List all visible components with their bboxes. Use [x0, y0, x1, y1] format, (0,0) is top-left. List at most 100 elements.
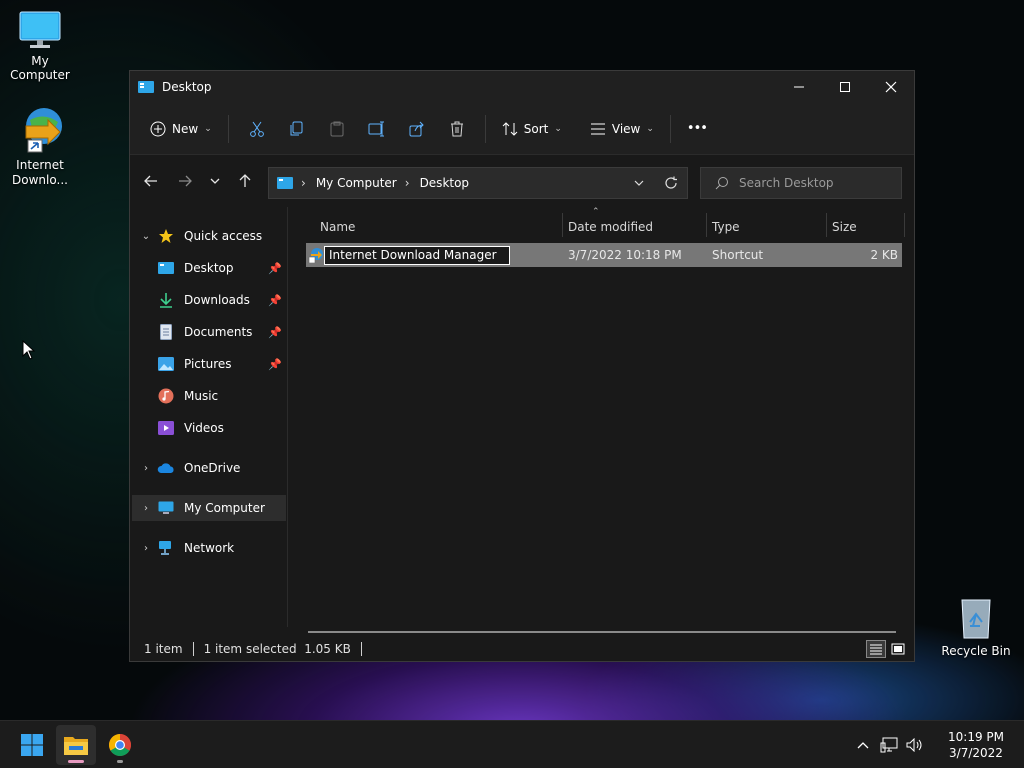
column-divider[interactable] [904, 213, 905, 237]
rename-input[interactable]: Internet Download Manager [324, 246, 510, 265]
arrow-up-icon [239, 174, 251, 187]
column-header-size[interactable]: Size [832, 213, 857, 241]
sidebar-item-pictures[interactable]: Pictures 📌 [156, 351, 286, 377]
column-divider[interactable] [706, 213, 707, 237]
start-button[interactable] [12, 725, 52, 765]
maximize-icon [840, 82, 850, 92]
arrow-left-icon [144, 175, 157, 187]
scissors-icon [249, 121, 264, 137]
sidebar-item-desktop[interactable]: Desktop 📌 [156, 255, 286, 281]
cut-button[interactable] [237, 113, 277, 145]
pictures-icon [156, 356, 176, 372]
chevron-down-icon[interactable]: ⌄ [136, 231, 156, 242]
up-button[interactable] [230, 166, 260, 196]
breadcrumb-chevron-icon: › [404, 176, 410, 190]
column-label: Name [320, 220, 356, 234]
recent-locations-button[interactable] [200, 166, 230, 196]
desktop-icon-my-computer[interactable]: My Computer [0, 10, 80, 82]
column-header-type[interactable]: Type [712, 213, 740, 241]
taskbar-file-explorer[interactable] [56, 725, 96, 765]
video-icon [156, 420, 176, 436]
paste-button[interactable] [317, 113, 357, 145]
speaker-icon [906, 738, 922, 752]
plus-circle-icon [150, 121, 166, 136]
show-hidden-icons-button[interactable] [850, 741, 876, 749]
details-view-button[interactable] [866, 640, 886, 658]
cloud-icon [156, 460, 176, 476]
chevron-down-icon: ⌄ [204, 123, 212, 134]
table-row[interactable]: Internet Download Manager 3/7/2022 10:18… [306, 243, 902, 267]
trash-icon [450, 121, 463, 136]
chevron-down-icon [210, 178, 220, 184]
item-count: 1 item [144, 642, 183, 656]
desktop-icon-recycle-bin[interactable]: Recycle Bin [936, 596, 1016, 658]
network-status-button[interactable] [876, 737, 902, 753]
close-button[interactable] [868, 71, 914, 103]
internet-download-manager-icon [308, 248, 323, 263]
sidebar-item-music[interactable]: Music [156, 383, 286, 409]
breadcrumb-chevron-icon: › [301, 176, 306, 190]
search-icon [715, 177, 728, 190]
search-box[interactable] [700, 167, 902, 199]
windows-logo-icon [21, 734, 43, 756]
forward-button[interactable] [170, 166, 200, 196]
new-button[interactable]: New ⌄ [142, 113, 220, 145]
view-label: View [611, 121, 641, 136]
sidebar-item-onedrive[interactable]: › OneDrive [132, 455, 286, 481]
back-button[interactable] [136, 166, 166, 196]
refresh-button[interactable] [655, 168, 687, 198]
file-size: 2 KB [870, 248, 898, 262]
column-divider[interactable] [826, 213, 827, 237]
column-header-date-modified[interactable]: Date modified [568, 213, 653, 241]
sidebar-item-label: Network [184, 541, 235, 555]
breadcrumb-my-computer[interactable]: My Computer [316, 176, 397, 190]
more-options-icon: ••• [686, 121, 708, 136]
new-label: New [172, 121, 199, 136]
details-view-icon [870, 644, 882, 655]
clock-time: 10:19 PM [948, 730, 1004, 744]
clock-button[interactable]: 10:19 PM 3/7/2022 [932, 729, 1020, 761]
desktop-icon-idm-shortcut[interactable]: Internet Downlo... [0, 104, 80, 188]
large-icons-view-button[interactable] [888, 640, 908, 658]
column-divider[interactable] [562, 213, 563, 237]
more-options-button[interactable]: ••• [679, 113, 715, 145]
sidebar-item-documents[interactable]: Documents 📌 [156, 319, 286, 345]
file-explorer-window: Desktop New ⌄ Sort ⌄ View ⌄ ••• › My Com… [129, 70, 915, 662]
sidebar-item-quick-access[interactable]: ⌄ Quick access [132, 223, 286, 249]
paste-icon [330, 121, 344, 136]
sort-button[interactable]: Sort ⌄ [494, 113, 570, 145]
sidebar-item-downloads[interactable]: Downloads 📌 [156, 287, 286, 313]
status-bar: 1 item 1 item selected 1.05 KB [130, 637, 914, 661]
volume-button[interactable] [902, 738, 928, 752]
sidebar-item-videos[interactable]: Videos [156, 415, 286, 441]
address-bar[interactable]: › My Computer › Desktop [268, 167, 688, 199]
view-button[interactable]: View ⌄ [582, 113, 662, 145]
taskbar-chrome[interactable] [100, 725, 140, 765]
sidebar-item-network[interactable]: › Network [132, 535, 286, 561]
toolbar-divider [669, 114, 671, 143]
maximize-button[interactable] [822, 71, 868, 103]
breadcrumb-desktop[interactable]: Desktop [420, 176, 470, 190]
sidebar-item-my-computer[interactable]: › My Computer [132, 495, 286, 521]
chevron-right-icon[interactable]: › [136, 503, 156, 514]
title-bar[interactable]: Desktop [130, 71, 914, 103]
copy-button[interactable] [277, 113, 317, 145]
desktop-folder-icon [156, 260, 176, 276]
active-app-indicator [68, 760, 84, 763]
minimize-button[interactable] [776, 71, 822, 103]
file-list: ⌃ Name Date modified Type Size Internet … [290, 207, 916, 633]
horizontal-scrollbar[interactable] [308, 631, 896, 633]
share-button[interactable] [397, 113, 437, 145]
column-header-name[interactable]: Name [320, 213, 355, 241]
address-history-button[interactable] [623, 168, 655, 198]
music-note-icon [156, 388, 176, 404]
taskbar: 10:19 PM 3/7/2022 [0, 720, 1024, 768]
chevron-right-icon[interactable]: › [136, 463, 156, 474]
delete-button[interactable] [437, 113, 477, 145]
chevron-right-icon[interactable]: › [136, 543, 156, 554]
rename-button[interactable] [357, 113, 397, 145]
column-label: Size [832, 220, 857, 234]
column-label: Date modified [568, 220, 654, 234]
search-input[interactable] [739, 176, 889, 190]
recycle-bin-icon [961, 599, 991, 639]
